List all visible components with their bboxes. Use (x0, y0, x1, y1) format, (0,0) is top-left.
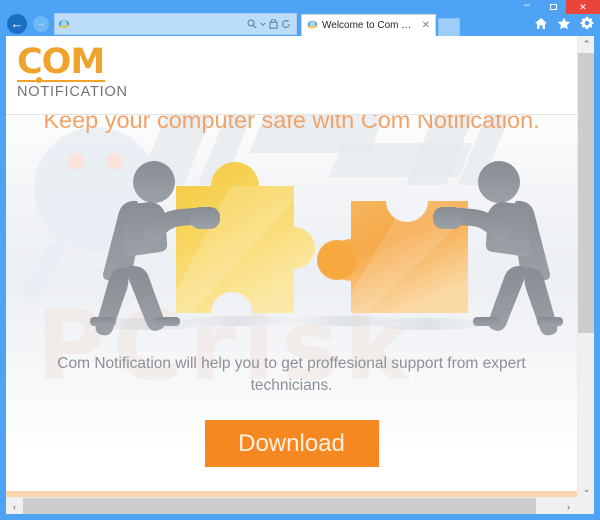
search-icon[interactable] (247, 19, 257, 29)
star-icon[interactable] (557, 17, 571, 35)
gear-icon[interactable] (580, 16, 594, 35)
forward-button[interactable]: → (30, 13, 52, 35)
hero-banner: PCrisk Keep your computer safe with Com … (6, 115, 577, 498)
navigation-row: ← → Welcome to Com Not ✕ (0, 11, 600, 36)
scroll-left-button[interactable]: ‹ (6, 498, 23, 514)
logo-secondary-text: NOTIFICATION (17, 84, 128, 101)
browser-toolbar-icons (534, 16, 594, 35)
download-button-wrapper: Download (6, 420, 577, 467)
tab-favicon-icon (307, 17, 318, 35)
scrollbar-corner (577, 497, 594, 514)
web-page-content: COM NOTIFICATION PCrisk Keep your comput… (6, 36, 577, 498)
chevron-down-icon[interactable] (260, 21, 266, 27)
tab-welcome-to-com-notification[interactable]: Welcome to Com Notification ✕ (301, 14, 436, 36)
vertical-scroll-thumb[interactable] (578, 53, 594, 333)
address-bar[interactable] (54, 12, 297, 35)
tab-label: Welcome to Com Notification (322, 20, 418, 31)
horizontal-scrollbar[interactable]: ‹ › (6, 497, 594, 514)
browser-window: – ✕ ← → Welcome to Com Not ✕ COM NOTIFIC… (0, 0, 600, 520)
horizontal-scroll-track[interactable] (23, 498, 560, 514)
compatibility-view-icon[interactable] (269, 18, 278, 29)
logo-underline (17, 77, 105, 84)
maximize-icon (549, 4, 557, 10)
tab-strip: Welcome to Com Notification ✕ (301, 11, 460, 36)
back-arrow-icon: ← (7, 13, 27, 34)
forward-arrow-icon: → (33, 15, 49, 32)
logo-primary-text: COM (17, 42, 105, 82)
download-button[interactable]: Download (204, 420, 379, 467)
puzzle-illustration (6, 141, 577, 351)
site-logo[interactable]: COM NOTIFICATION (17, 42, 128, 101)
vertical-scroll-track[interactable] (578, 53, 594, 481)
vertical-scrollbar[interactable]: ⌃ ⌄ (577, 36, 594, 498)
back-arrow-glyph: ← (10, 16, 24, 31)
address-bar-icons (247, 18, 296, 29)
scroll-down-button[interactable]: ⌄ (578, 481, 594, 498)
internet-explorer-icon (55, 18, 73, 30)
page-headline: Keep your computer safe with Com Notific… (43, 115, 540, 133)
left-puzzle-piece (176, 162, 315, 313)
logo-dot-icon (36, 77, 42, 84)
refresh-icon[interactable] (281, 19, 291, 29)
scroll-up-button[interactable]: ⌃ (578, 36, 594, 53)
home-icon[interactable] (534, 17, 548, 35)
browser-viewport: COM NOTIFICATION PCrisk Keep your comput… (6, 36, 594, 514)
puzzle-connector-knob (317, 240, 357, 280)
horizontal-scroll-thumb[interactable] (23, 498, 536, 514)
back-button[interactable]: ← (4, 13, 30, 35)
scroll-right-button[interactable]: › (560, 498, 577, 514)
tab-close-icon[interactable]: ✕ (422, 20, 430, 31)
title-bar: – ✕ ← → Welcome to Com Not ✕ (0, 0, 600, 36)
page-subtext: Com Notification will help you to get pr… (57, 355, 526, 395)
site-header: COM NOTIFICATION (6, 36, 577, 115)
new-tab-button[interactable] (438, 18, 460, 36)
forward-arrow-glyph: → (36, 17, 46, 29)
